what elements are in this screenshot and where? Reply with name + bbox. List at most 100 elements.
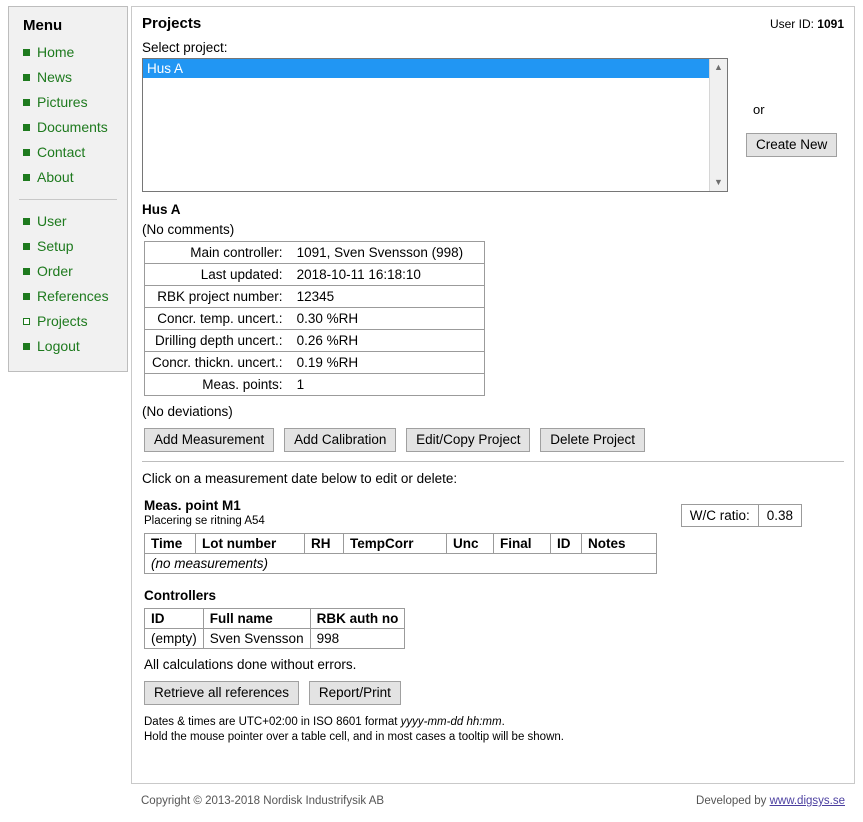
sidebar-item-user[interactable]: User [23,209,127,234]
table-row: W/C ratio: 0.38 [680,504,803,527]
info-value: 1091, Sven Svensson (998) [289,241,485,264]
footer: Copyright © 2013-2018 Nordisk Industrify… [131,789,855,807]
column-header-unc: Unc [446,533,494,554]
controller-rbk-auth-no: 998 [309,628,406,649]
sidebar-item-label[interactable]: Logout [37,338,80,354]
column-header-notes: Notes [581,533,657,554]
sidebar-item-documents[interactable]: Documents [23,115,127,140]
add-measurement-button[interactable]: Add Measurement [144,428,275,452]
fineprint-1c: . [501,716,505,728]
table-header-row: ID Full name RBK auth no [144,608,406,629]
project-select-row: Hus A ▲ ▼ or Create New [142,58,844,192]
column-header-id: ID [144,608,204,629]
delete-project-button[interactable]: Delete Project [540,428,646,452]
sidebar-item-label[interactable]: Contact [37,144,85,160]
filled-square-icon [23,243,30,250]
table-row: Concr. thickn. uncert.: 0.19 %RH [143,351,485,374]
calculation-status: All calculations done without errors. [144,657,357,672]
sidebar-item-home[interactable]: Home [23,40,127,65]
controller-full-name: Sven Svensson [202,628,311,649]
add-calibration-button[interactable]: Add Calibration [284,428,397,452]
sidebar-item-label[interactable]: Setup [37,238,74,254]
sidebar-item-setup[interactable]: Setup [23,234,127,259]
sidebar-item-label[interactable]: About [37,169,74,185]
listbox-scrollbar[interactable]: ▲ ▼ [709,59,727,191]
retrieve-all-references-button[interactable]: Retrieve all references [144,681,300,705]
column-header-id: ID [550,533,582,554]
sidebar-item-projects[interactable]: Projects [23,309,127,334]
chevron-up-icon[interactable]: ▲ [710,59,727,76]
sidebar-item-label[interactable]: Order [37,263,73,279]
measurements-table: Time Lot number RH TempCorr Unc Final ID… [144,533,657,574]
filled-square-icon [23,218,30,225]
sidebar-item-order[interactable]: Order [23,259,127,284]
table-row: Drilling depth uncert.: 0.26 %RH [143,329,485,352]
sidebar-item-references[interactable]: References [23,284,127,309]
sidebar-title: Menu [23,17,63,34]
sidebar-item-about[interactable]: About [23,165,127,190]
sidebar-divider [19,199,117,200]
controllers-title: Controllers [144,588,217,603]
table-row: RBK project number: 12345 [143,285,485,308]
table-row: Last updated: 2018-10-11 16:18:10 [143,263,485,286]
sidebar-item-label[interactable]: User [37,213,67,229]
hollow-square-icon [23,318,30,325]
filled-square-icon [23,343,30,350]
controller-id: (empty) [144,628,204,649]
sidebar-item-label[interactable]: News [37,69,72,85]
create-new-button[interactable]: Create New [746,133,838,157]
measurement-hint: Click on a measurement date below to edi… [142,471,458,486]
sidebar-item-label[interactable]: Documents [37,119,108,135]
list-item[interactable]: Hus A [143,59,727,78]
info-key: RBK project number: [143,285,290,308]
column-header-full-name: Full name [202,608,311,629]
edit-copy-project-button[interactable]: Edit/Copy Project [406,428,531,452]
report-print-button[interactable]: Report/Print [308,681,401,705]
info-key: Meas. points: [143,373,290,396]
info-key: Last updated: [143,263,290,286]
info-value: 2018-10-11 16:18:10 [289,263,485,286]
page-title: Projects [142,15,202,32]
user-id-value: 1091 [817,17,844,31]
sidebar-item-label[interactable]: Pictures [37,94,88,110]
info-value: 1 [289,373,485,396]
project-info-table: Main controller: 1091, Sven Svensson (99… [143,241,485,396]
table-header-row: Time Lot number RH TempCorr Unc Final ID… [144,533,657,554]
wc-ratio-value: 0.38 [757,504,803,527]
footer-developed-by-label: Developed by [696,795,770,807]
filled-square-icon [23,99,30,106]
sidebar-group-account: User Setup Order References Projects Log… [9,209,127,359]
info-value: 0.26 %RH [289,329,485,352]
filled-square-icon [23,124,30,131]
info-key: Drilling depth uncert.: [143,329,290,352]
fineprint-line-1: Dates & times are UTC+02:00 in ISO 8601 … [144,715,844,730]
chevron-down-icon[interactable]: ▼ [710,174,727,191]
create-new-column: or Create New [746,58,856,157]
column-header-temp-corr: TempCorr [343,533,447,554]
user-id-label: User ID: [769,17,814,31]
table-row: (no measurements) [144,553,657,574]
sidebar-item-news[interactable]: News [23,65,127,90]
page-root: Menu Home News Pictures Documents Contac… [0,0,863,822]
project-comments: (No comments) [142,222,235,237]
sidebar-item-logout[interactable]: Logout [23,334,127,359]
filled-square-icon [23,149,30,156]
column-header-rh: RH [304,533,344,554]
column-header-lot-number: Lot number [195,533,305,554]
table-row: Concr. temp. uncert.: 0.30 %RH [143,307,485,330]
fineprint-notes: Dates & times are UTC+02:00 in ISO 8601 … [144,715,844,745]
section-divider [142,461,844,462]
sidebar-item-label[interactable]: Home [37,44,74,60]
fineprint-line-2: Hold the mouse pointer over a table cell… [144,731,564,743]
project-deviations: (No deviations) [142,404,233,419]
sidebar-item-contact[interactable]: Contact [23,140,127,165]
project-listbox[interactable]: Hus A ▲ ▼ [142,58,728,192]
filled-square-icon [23,293,30,300]
select-project-label: Select project: [142,40,228,55]
sidebar-item-label[interactable]: Projects [37,313,88,329]
wc-ratio-label: W/C ratio: [680,504,759,527]
sidebar-item-label[interactable]: References [37,288,109,304]
sidebar-item-pictures[interactable]: Pictures [23,90,127,115]
fineprint-date-format: yyyy-mm-dd hh:mm [400,716,502,728]
developer-link[interactable]: www.digsys.se [770,795,845,807]
